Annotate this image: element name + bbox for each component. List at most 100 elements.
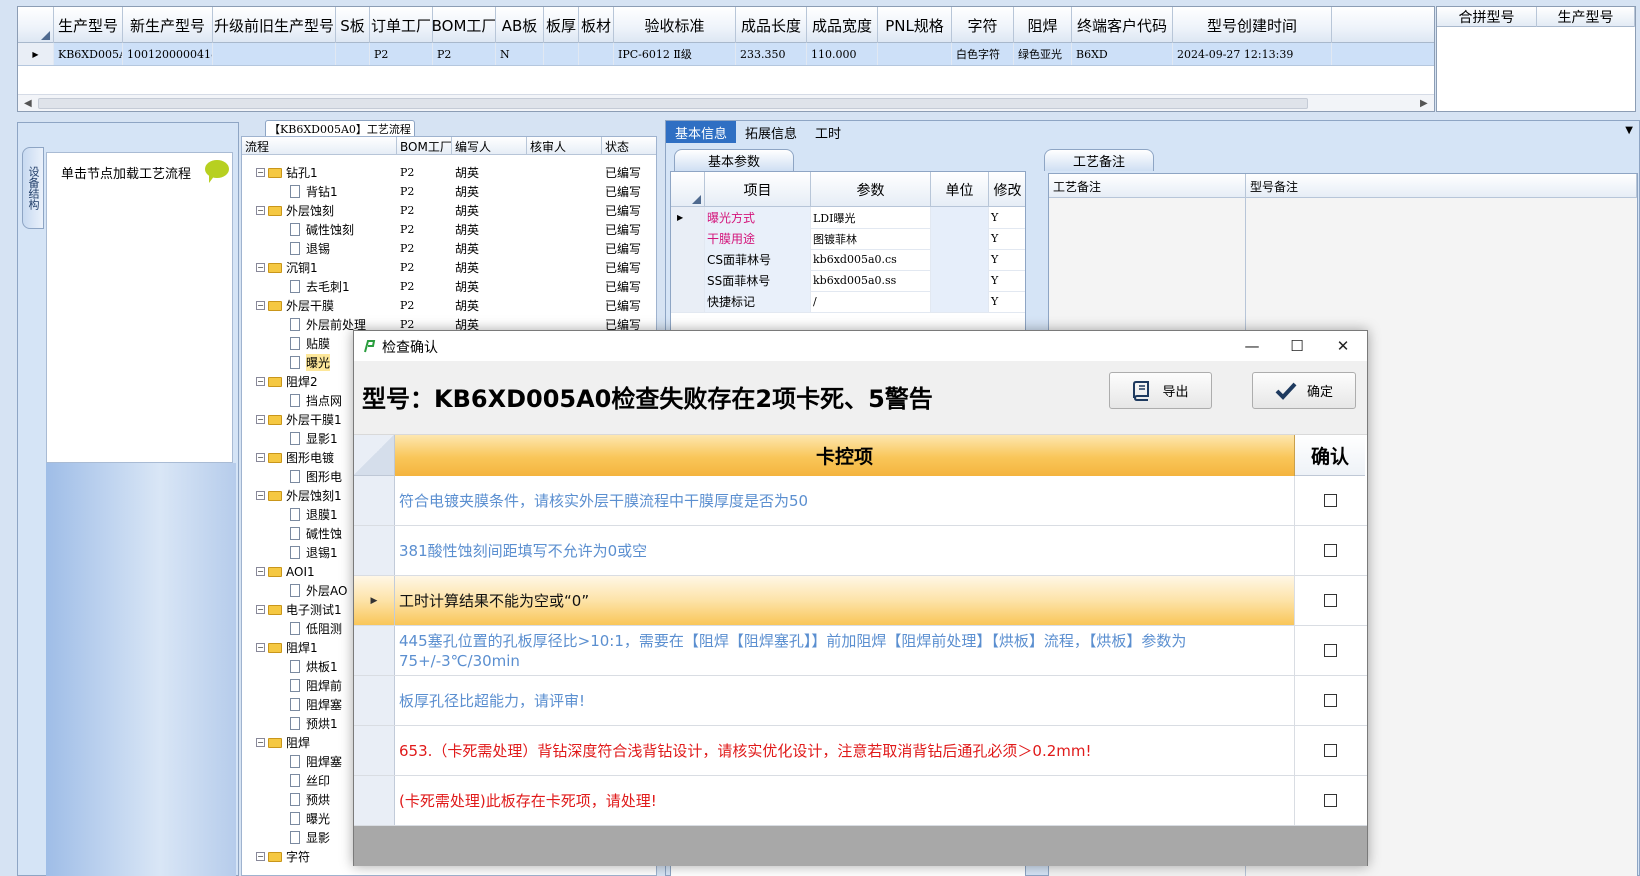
tab-extended-info[interactable]: 拓展信息 — [736, 121, 806, 143]
col-header[interactable]: S板 — [336, 7, 370, 43]
param-cell-param[interactable]: kb6xd005a0.cs — [811, 249, 931, 270]
param-cell-unit[interactable] — [931, 270, 989, 291]
control-item-row[interactable]: 445塞孔位置的孔板厚径比>10:1，需要在【阻焊【阻焊塞孔】】前加阻焊【阻焊前… — [354, 626, 1367, 676]
row-selector[interactable] — [354, 776, 395, 825]
col-model-remark[interactable]: 型号备注 — [1246, 174, 1637, 198]
tree-node[interactable]: 碱性蚀刻 P2 胡英 已编写 — [242, 220, 656, 239]
product-grid-hscrollbar[interactable]: ◀ ▶ — [18, 94, 1434, 111]
param-cell-param[interactable]: LDI曝光 — [811, 207, 931, 228]
param-cell-unit[interactable] — [931, 207, 989, 228]
col-header[interactable]: 终端客户代码 — [1072, 7, 1173, 43]
param-cell-param[interactable]: / — [811, 291, 931, 312]
confirm-button[interactable]: 确定 — [1252, 372, 1356, 409]
confirm-checkbox[interactable] — [1323, 744, 1337, 757]
col-header[interactable]: 成品长度 — [736, 7, 807, 43]
tree-col-author[interactable]: 编写人 — [452, 137, 527, 155]
collapse-icon[interactable]: − — [256, 605, 265, 614]
row-selector[interactable] — [671, 291, 705, 312]
confirm-cell[interactable] — [1295, 526, 1365, 575]
tree-node[interactable]: − 钻孔1 P2 胡英 已编写 — [242, 163, 656, 182]
param-cell-unit[interactable] — [931, 291, 989, 312]
confirm-cell[interactable] — [1295, 576, 1365, 625]
tab-basic-info[interactable]: 基本信息 — [666, 121, 737, 143]
param-row[interactable]: 干膜用途 图镀菲林 Y — [671, 228, 1025, 250]
row-selector[interactable] — [354, 626, 395, 675]
collapse-icon[interactable]: − — [256, 301, 265, 310]
tree-node-label[interactable]: 退锡 — [242, 239, 397, 258]
tree-node[interactable]: − 沉铜1 P2 胡英 已编写 — [242, 258, 656, 277]
tree-col-reviewer[interactable]: 核审人 — [527, 137, 602, 155]
grid-cell[interactable]: 233.350 — [736, 43, 807, 65]
export-button[interactable]: 导出 — [1109, 372, 1212, 409]
grid-cell[interactable]: 绿色亚光 — [1014, 43, 1072, 65]
grid-cell[interactable]: 白色字符 — [952, 43, 1014, 65]
collapse-icon[interactable]: − — [256, 491, 265, 500]
confirm-checkbox[interactable] — [1323, 594, 1337, 607]
col-header[interactable]: 成品宽度 — [807, 7, 878, 43]
tree-node-label[interactable]: − 外层蚀刻 — [242, 201, 397, 220]
row-selector[interactable] — [671, 249, 705, 270]
col-unit[interactable]: 单位 — [931, 172, 989, 207]
close-icon[interactable]: ✕ — [1320, 331, 1366, 361]
row-selector[interactable] — [671, 270, 705, 291]
row-selector[interactable] — [354, 676, 395, 725]
param-cell-edit[interactable]: Y — [989, 270, 1025, 291]
collapse-icon[interactable]: − — [256, 738, 265, 747]
confirm-checkbox[interactable] — [1323, 794, 1337, 807]
tree-node[interactable]: 退锡 P2 胡英 已编写 — [242, 239, 656, 258]
collapse-icon[interactable]: − — [256, 263, 265, 272]
tab-process-remark[interactable]: 工艺备注 — [1044, 149, 1154, 171]
scroll-thumb[interactable] — [38, 98, 1308, 109]
col-param[interactable]: 参数 — [811, 172, 931, 207]
confirm-cell[interactable] — [1295, 626, 1365, 675]
tree-node-label[interactable]: − 沉铜1 — [242, 258, 397, 277]
maximize-icon[interactable]: ☐ — [1274, 331, 1320, 361]
select-all-corner[interactable] — [354, 435, 395, 476]
row-selector[interactable] — [354, 476, 395, 525]
row-selector[interactable]: ▶ — [18, 43, 54, 65]
select-all-corner[interactable] — [671, 172, 705, 207]
dropdown-arrow-icon[interactable]: ▼ — [1625, 125, 1633, 136]
param-cell-item[interactable]: SS面菲林号 — [705, 270, 811, 291]
collapse-icon[interactable]: − — [256, 567, 265, 576]
param-cell-unit[interactable] — [931, 228, 989, 249]
row-selector[interactable] — [354, 726, 395, 775]
param-cell-item[interactable]: 干膜用途 — [705, 228, 811, 249]
row-selector[interactable] — [671, 228, 705, 249]
col-header[interactable]: 生产型号 — [54, 7, 123, 43]
control-item-row[interactable]: 板厚孔径比超能力，请评审! — [354, 676, 1367, 726]
confirm-checkbox[interactable] — [1323, 494, 1337, 507]
param-row[interactable]: 快捷标记 / Y — [671, 291, 1025, 313]
col-header[interactable]: 阻焊 — [1014, 7, 1072, 43]
collapse-icon[interactable]: − — [256, 168, 265, 177]
grid-cell[interactable] — [336, 43, 370, 65]
param-row[interactable]: SS面菲林号 kb6xd005a0.ss Y — [671, 270, 1025, 292]
param-cell-edit[interactable]: Y — [989, 207, 1025, 228]
col-item[interactable]: 项目 — [705, 172, 811, 207]
tree-node-label[interactable]: 碱性蚀刻 — [242, 220, 397, 239]
scroll-right-icon[interactable]: ▶ — [1420, 98, 1428, 109]
col-header[interactable]: 验收标准 — [614, 7, 736, 43]
confirm-checkbox[interactable] — [1323, 694, 1337, 707]
tree-node-label[interactable]: − 外层干膜 — [242, 296, 397, 315]
row-selector[interactable] — [354, 526, 395, 575]
col-header[interactable]: PNL规格 — [878, 7, 952, 43]
control-item-row[interactable]: (卡死需处理)此板存在卡死项，请处理! — [354, 776, 1367, 826]
tab-basic-params[interactable]: 基本参数 — [674, 149, 794, 171]
col-header[interactable]: 板材 — [579, 7, 614, 43]
collapse-icon[interactable]: − — [256, 852, 265, 861]
col-header[interactable]: 升级前旧生产型号 — [213, 7, 336, 43]
grid-cell[interactable]: KB6XD005A0 — [54, 43, 123, 65]
param-cell-edit[interactable]: Y — [989, 249, 1025, 270]
confirm-checkbox[interactable] — [1323, 644, 1337, 657]
param-cell-param[interactable]: kb6xd005a0.ss — [811, 270, 931, 291]
collapse-icon[interactable]: − — [256, 453, 265, 462]
col-header[interactable]: 新生产型号 — [123, 7, 213, 43]
load-flow-box[interactable]: 单击节点加载工艺流程 — [46, 152, 233, 463]
col-edit[interactable]: 修改 — [989, 172, 1025, 207]
col-header[interactable]: 板厚 — [544, 7, 579, 43]
tree-col-status[interactable]: 状态 — [602, 137, 656, 155]
tree-node[interactable]: − 外层干膜 P2 胡英 已编写 — [242, 296, 656, 315]
param-cell-edit[interactable]: Y — [989, 291, 1025, 312]
confirm-cell[interactable] — [1295, 776, 1365, 825]
